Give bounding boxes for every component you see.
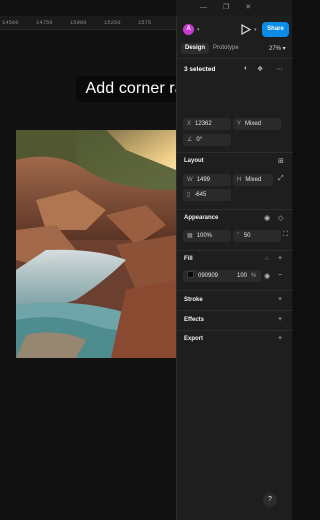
add-export-icon[interactable]: + bbox=[278, 335, 282, 342]
add-fill-icon[interactable]: + bbox=[278, 255, 282, 262]
tab-design[interactable]: Design bbox=[181, 43, 210, 54]
opacity-icon: ▦ bbox=[187, 233, 193, 239]
w-label: W bbox=[187, 177, 193, 183]
divider bbox=[177, 330, 293, 331]
fill-opacity-unit: % bbox=[251, 273, 257, 279]
window-controls: — ❐ ✕ bbox=[200, 3, 265, 11]
rotation-field[interactable]: ∠ 0° bbox=[183, 134, 231, 146]
styles-grid-icon[interactable]: ⁘ bbox=[264, 255, 270, 263]
h-label: H bbox=[237, 177, 242, 183]
tab-prototype[interactable]: Prototype bbox=[209, 43, 243, 54]
appearance-title: Appearance bbox=[184, 215, 219, 221]
mask-icon[interactable]: ◐ bbox=[244, 65, 248, 72]
horizontal-ruler: 14500 14750 15000 15250 1575 bbox=[0, 16, 176, 30]
opacity-value: 100% bbox=[196, 233, 213, 239]
h-value: Mixed bbox=[245, 177, 262, 183]
close-window-button[interactable]: ✕ bbox=[245, 4, 251, 11]
corner-radius-icon: ⌜ bbox=[237, 233, 240, 239]
add-effect-icon[interactable]: + bbox=[278, 316, 282, 323]
more-icon[interactable]: ⋯ bbox=[276, 65, 283, 73]
w-value: 1499 bbox=[196, 177, 211, 183]
corner-radius-value: 50 bbox=[243, 233, 251, 239]
layout-extra-value: -645 bbox=[194, 192, 207, 198]
height-field[interactable]: H Mixed bbox=[233, 174, 273, 186]
resize-icon: ▯ bbox=[187, 192, 191, 198]
remove-fill-icon[interactable]: − bbox=[278, 272, 282, 279]
x-label: X bbox=[187, 121, 192, 127]
chevron-down-icon[interactable]: ▾ bbox=[254, 27, 257, 33]
divider bbox=[177, 290, 293, 291]
fill-title: Fill bbox=[184, 256, 193, 262]
share-button[interactable]: Share bbox=[262, 22, 289, 37]
independent-corners-icon[interactable]: ⛶ bbox=[283, 231, 288, 239]
help-button[interactable]: ? bbox=[263, 493, 277, 507]
auto-layout-icon[interactable]: ⊞ bbox=[278, 157, 284, 165]
ruler-tick: 15250 bbox=[104, 19, 121, 26]
ruler-tick: 15000 bbox=[70, 19, 87, 26]
fill-opacity: 100 bbox=[237, 273, 248, 279]
fill-color-field[interactable]: 090909 100 % bbox=[183, 270, 261, 282]
divider bbox=[177, 209, 293, 210]
ruler-tick: 14500 bbox=[2, 19, 19, 26]
x-value: 12362 bbox=[195, 121, 212, 127]
layout-title: Layout bbox=[184, 158, 204, 164]
fill-swatch[interactable] bbox=[187, 271, 194, 278]
zoom-level: 27% bbox=[269, 46, 282, 52]
properties-panel: A ▾ ▾ Share Design Prototype 27% ▾ 3 sel… bbox=[176, 16, 293, 520]
rotation-value: 0° bbox=[196, 137, 203, 143]
effects-title: Effects bbox=[184, 317, 205, 323]
component-icon[interactable]: ❖ bbox=[257, 65, 263, 73]
zoom-dropdown[interactable]: 27% ▾ bbox=[269, 45, 286, 52]
blend-drop-icon[interactable]: ◇ bbox=[278, 214, 283, 222]
opacity-field[interactable]: ▦ 100% bbox=[183, 230, 231, 242]
chevron-down-icon[interactable]: ▾ bbox=[197, 27, 200, 33]
divider bbox=[177, 250, 293, 251]
design-canvas[interactable]: 14500 14750 15000 15250 1575 Add corner … bbox=[0, 0, 223, 520]
x-field[interactable]: X 12362 bbox=[183, 118, 231, 130]
minimize-button[interactable]: — bbox=[200, 4, 207, 11]
corner-radius-field[interactable]: ⌜ 50 bbox=[233, 230, 281, 242]
stroke-title: Stroke bbox=[184, 297, 203, 303]
eye-icon[interactable]: ◉ bbox=[264, 272, 270, 280]
divider bbox=[177, 152, 293, 153]
present-play-icon[interactable] bbox=[241, 24, 251, 35]
eye-icon[interactable]: ◉ bbox=[264, 214, 270, 222]
divider bbox=[177, 58, 293, 59]
width-field[interactable]: W 1499 bbox=[183, 174, 231, 186]
layout-extra-field[interactable]: ▯ -645 bbox=[183, 189, 231, 201]
waterfall-image-layer[interactable] bbox=[16, 130, 176, 358]
fill-hex: 090909 bbox=[198, 273, 219, 279]
add-stroke-icon[interactable]: + bbox=[278, 296, 282, 303]
export-title: Export bbox=[184, 336, 204, 342]
constrain-proportions-icon[interactable]: ⤢ bbox=[278, 175, 284, 183]
waterfall-photo bbox=[16, 130, 176, 358]
y-field[interactable]: Y Mixed bbox=[233, 118, 281, 130]
user-avatar[interactable]: A bbox=[183, 24, 194, 35]
selection-count: 3 selected bbox=[184, 66, 216, 73]
rotation-icon: ∠ bbox=[187, 137, 193, 143]
y-label: Y bbox=[237, 121, 242, 127]
ruler-tick: 1575 bbox=[138, 19, 152, 26]
divider bbox=[177, 310, 293, 311]
y-value: Mixed bbox=[245, 121, 262, 127]
restore-button[interactable]: ❐ bbox=[223, 4, 229, 11]
ruler-tick: 14750 bbox=[36, 19, 53, 26]
